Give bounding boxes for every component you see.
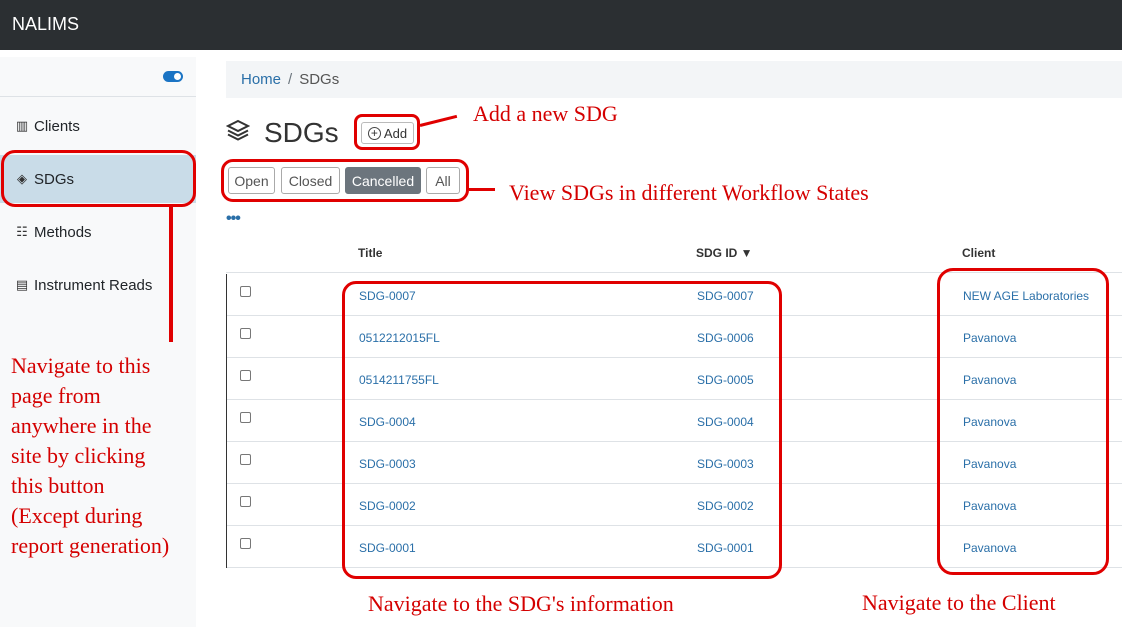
column-header-title[interactable]: Title xyxy=(358,246,382,260)
row-checkbox[interactable] xyxy=(240,454,251,465)
sidebar-item-clients[interactable]: ▥ Clients xyxy=(0,102,196,150)
column-header-sdg-id[interactable]: SDG ID ▼ xyxy=(696,246,753,260)
row-checkbox[interactable] xyxy=(240,286,251,297)
sidebar-item-label: Clients xyxy=(34,117,80,135)
sidebar-item-methods[interactable]: ☷ Methods xyxy=(0,208,196,256)
annotation-sidebar-line-6: (Except during xyxy=(11,503,143,528)
annotation-add-box xyxy=(354,114,420,150)
annotation-sidebar-line-1: Navigate to this xyxy=(11,353,151,378)
annotation-workflow-arrow xyxy=(469,188,495,191)
breadcrumb-current: SDGs xyxy=(299,71,340,88)
row-checkbox[interactable] xyxy=(240,412,251,423)
row-checkbox[interactable] xyxy=(240,496,251,507)
list-icon: ☷ xyxy=(16,224,28,239)
page-header: SDGs xyxy=(225,117,339,149)
annotation-sidebar-line xyxy=(169,205,173,342)
annotation-sidebar-line-5: this button xyxy=(11,473,105,498)
app-brand[interactable]: NALIMS xyxy=(12,14,79,35)
annotation-sidebar-line-7: report generation) xyxy=(11,533,170,558)
sidebar-item-label: Methods xyxy=(34,223,92,241)
breadcrumb: Home / SDGs xyxy=(226,61,1122,98)
layers-icon-svg xyxy=(225,119,251,141)
sidebar-item-instrument-reads[interactable]: ▤ Instrument Reads xyxy=(0,261,196,309)
file-icon: ▤ xyxy=(15,277,29,292)
annotation-sidebar-text: Navigate to this page from anywhere in t… xyxy=(11,351,169,561)
building-icon: ▥ xyxy=(15,118,29,133)
annotation-workflow-box xyxy=(221,159,469,202)
row-checkbox[interactable] xyxy=(240,370,251,381)
annotation-client-box xyxy=(937,268,1109,575)
more-options-icon[interactable]: ••• xyxy=(226,210,241,228)
column-header-client[interactable]: Client xyxy=(962,246,995,260)
sidebar-item-label: Instrument Reads xyxy=(34,276,153,294)
toggle-knob xyxy=(174,73,181,80)
annotation-sidebar-box xyxy=(1,150,196,207)
annotation-sidebar-line-4: site by clicking xyxy=(11,443,146,468)
annotation-sidebar-line-2: page from xyxy=(11,383,101,408)
breadcrumb-home-link[interactable]: Home xyxy=(241,71,281,88)
annotation-add-arrow xyxy=(419,114,458,127)
annotation-workflow-text: View SDGs in different Workflow States xyxy=(509,180,869,205)
page-title: SDGs xyxy=(264,117,339,148)
annotation-sdg-info-box xyxy=(342,281,782,579)
annotation-add-text: Add a new SDG xyxy=(473,101,618,126)
annotation-client-text: Navigate to the Client xyxy=(862,590,1056,615)
breadcrumb-separator: / xyxy=(288,71,293,88)
row-checkbox[interactable] xyxy=(240,538,251,549)
sidebar-toggle[interactable] xyxy=(163,71,183,82)
annotation-sidebar-line-3: anywhere in the xyxy=(11,413,152,438)
sidebar-header xyxy=(0,57,196,97)
row-checkbox[interactable] xyxy=(240,328,251,339)
annotation-sdg-info-text: Navigate to the SDG's information xyxy=(368,591,674,616)
top-navbar: NALIMS xyxy=(0,0,1122,50)
layers-icon xyxy=(225,118,252,148)
